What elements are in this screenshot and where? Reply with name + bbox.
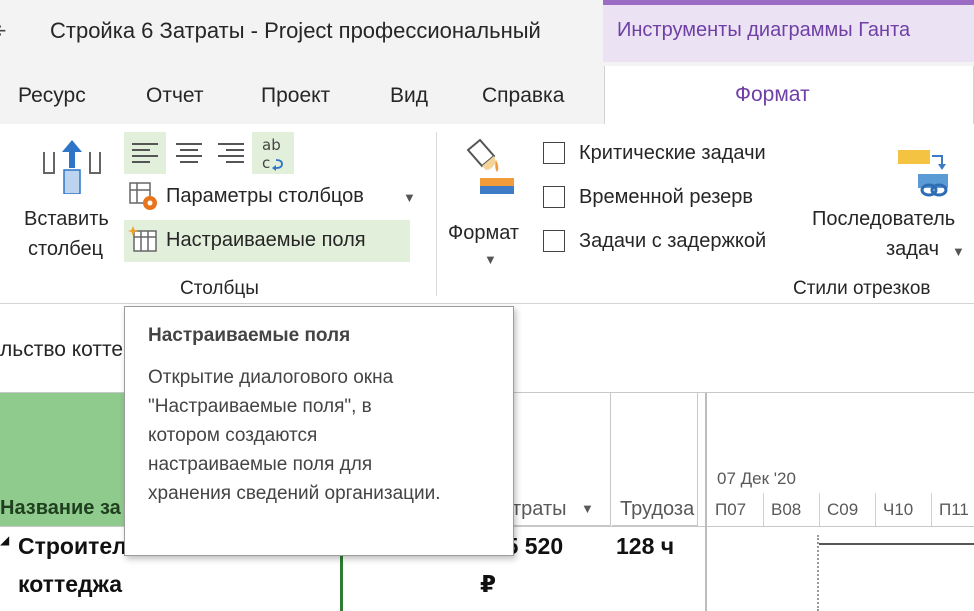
summary-bar[interactable] [819, 543, 974, 545]
tooltip-description: Открытие диалогового окна "Настраиваемые… [148, 367, 441, 504]
chevron-down-icon: ▼ [403, 190, 416, 205]
ribbon: Вставить столбец ab c Параметры столбцов… [0, 124, 974, 304]
ribbon-tabs: Ресурс Отчет Проект Вид Справка Формат [0, 62, 974, 128]
timescale-day: С09 [827, 500, 859, 519]
gantt-chart-area[interactable]: 07 Дек '20 П07 В08 С09 Ч10 П11 [705, 393, 974, 611]
checkbox-box[interactable] [543, 186, 565, 208]
title-bar: ÷ Стройка 6 Затраты - Project профессион… [0, 0, 974, 62]
align-center-icon [176, 143, 202, 163]
tab-report[interactable]: Отчет [146, 84, 204, 108]
task-cost-line2: ₽ [480, 571, 497, 597]
tab-resource[interactable]: Ресурс [18, 84, 86, 108]
collapse-icon[interactable]: ◢ [0, 533, 9, 547]
svg-text:c: c [262, 154, 270, 172]
insert-column-button[interactable]: Вставить столбец [20, 138, 120, 268]
late-tasks-label: Задачи с задержкой [579, 230, 767, 252]
contextual-tab-group-label: Инструменты диаграммы Ганта [617, 19, 911, 41]
group-divider [436, 132, 437, 296]
column-settings-label: Параметры столбцов [166, 185, 364, 207]
task-name-entry[interactable]: льство котте [0, 338, 123, 362]
quick-access-overflow-icon[interactable]: ÷ [0, 18, 6, 44]
chevron-down-icon: ▼ [952, 244, 965, 259]
column-header-work[interactable]: Трудоза [612, 393, 698, 526]
format-dropdown-button[interactable]: Формат ▼ [444, 138, 538, 268]
late-tasks-checkbox[interactable]: Задачи с задержкой [543, 228, 813, 260]
chevron-down-icon: ▼ [484, 252, 497, 267]
slack-label: Временной резерв [579, 186, 754, 208]
tab-format-label: Формат [735, 83, 810, 106]
current-date-line [817, 535, 819, 611]
column-header-cost-label: траты [512, 498, 567, 520]
custom-fields-icon [128, 226, 157, 252]
align-left-button[interactable] [124, 132, 166, 174]
custom-fields-button[interactable]: Настраиваемые поля [124, 220, 410, 262]
task-path-button[interactable]: Последователь задач ▼ [812, 138, 974, 268]
column-settings-button[interactable]: Параметры столбцов ▼ [126, 180, 416, 216]
align-center-button[interactable] [170, 132, 208, 174]
day-divider [931, 493, 932, 526]
paint-bucket-icon [466, 138, 514, 194]
custom-fields-tooltip: Настраиваемые поля Открытие диалогового … [124, 306, 514, 556]
day-divider [875, 493, 876, 526]
day-divider [819, 493, 820, 526]
timescale-day: П11 [939, 500, 969, 519]
contextual-tab-group-header: Инструменты диаграммы Ганта [603, 0, 974, 62]
tab-format[interactable]: Формат [604, 66, 974, 128]
align-left-icon [132, 143, 158, 163]
tab-help[interactable]: Справка [482, 84, 564, 108]
insert-column-icon [43, 140, 101, 194]
chevron-down-icon: ▼ [581, 501, 594, 516]
slack-checkbox[interactable]: Временной резерв [543, 184, 813, 216]
checkbox-box[interactable] [543, 230, 565, 252]
timescale-week-label: 07 Дек '20 [717, 469, 796, 488]
wrap-text-icon: ab c [262, 136, 283, 172]
tooltip-title: Настраиваемые поля [148, 325, 351, 346]
timescale-day: Ч10 [883, 500, 914, 519]
window-title: Стройка 6 Затраты - Project профессионал… [50, 18, 541, 43]
timescale-day: П07 [715, 500, 747, 519]
align-right-button[interactable] [212, 132, 250, 174]
column-settings-icon [129, 182, 157, 210]
task-name-line2: коттеджа [18, 571, 122, 597]
insert-column-label-line2: столбец [28, 238, 104, 260]
columns-group-label: Столбцы [180, 278, 259, 299]
bar-styles-group-label: Стили отрезков [793, 278, 931, 299]
task-path-label-line1: Последователь [812, 208, 956, 230]
critical-tasks-label: Критические задачи [579, 142, 766, 164]
day-divider [763, 493, 764, 526]
task-work: 128 ч [616, 533, 675, 559]
timescale-day: В08 [771, 500, 802, 519]
wrap-text-button[interactable]: ab c [252, 132, 294, 174]
align-right-icon [218, 143, 244, 163]
column-header-name-label: Название за [0, 497, 121, 519]
insert-column-label-line1: Вставить [24, 208, 109, 230]
tab-view[interactable]: Вид [390, 84, 428, 108]
task-path-icon [898, 150, 948, 197]
svg-text:ab: ab [262, 136, 281, 154]
format-label: Формат [448, 222, 520, 244]
tab-project[interactable]: Проект [261, 84, 330, 108]
task-path-label-line2: задач [886, 238, 940, 260]
checkbox-box[interactable] [543, 142, 565, 164]
critical-tasks-checkbox[interactable]: Критические задачи [543, 140, 813, 172]
column-header-work-label: Трудоза [620, 498, 695, 520]
custom-fields-label: Настраиваемые поля [166, 229, 366, 251]
